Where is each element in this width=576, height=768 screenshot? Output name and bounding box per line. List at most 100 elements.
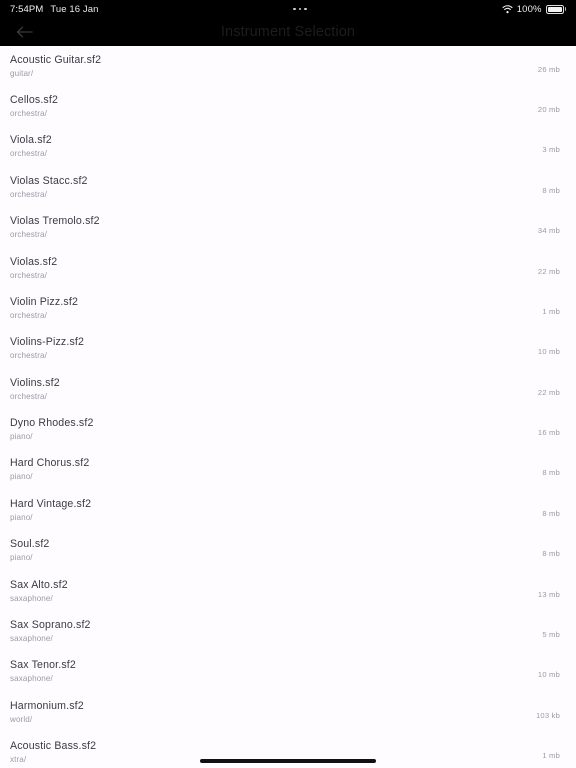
page-title: Instrument Selection bbox=[220, 24, 356, 40]
list-item-text: Violas Stacc.sf2 orchestra/ bbox=[10, 175, 520, 200]
list-item-name: Violas Stacc.sf2 bbox=[10, 174, 88, 187]
list-item-text: Soul.sf2 piano/ bbox=[10, 538, 520, 563]
list-item-size: 22 mb bbox=[537, 387, 560, 397]
list-item-folder: orchestra/ bbox=[10, 391, 47, 401]
list-item-name: Viola.sf2 bbox=[10, 134, 52, 147]
list-item[interactable]: Violins-Pizz.sf2 orchestra/10 mb bbox=[0, 328, 576, 369]
list-item-size: 5 mb bbox=[542, 629, 560, 639]
list-item-size: 22 mb bbox=[537, 266, 560, 276]
status-bar-left: 7:54PM Tue 16 Jan bbox=[10, 4, 99, 15]
list-item-size: 1 mb bbox=[542, 751, 560, 761]
status-time: 7:54PM bbox=[10, 3, 44, 15]
list-item-text: Sax Alto.sf2 saxaphone/ bbox=[10, 579, 520, 604]
list-item-name: Sax Tenor.sf2 bbox=[10, 659, 76, 672]
list-item[interactable]: Acoustic Guitar.sf2 guitar/26 mb bbox=[0, 46, 576, 87]
list-item[interactable]: Soul.sf2 piano/8 mb bbox=[0, 530, 576, 571]
list-item-name: Dyno Rhodes.sf2 bbox=[10, 417, 94, 430]
status-bar: 7:54PM Tue 16 Jan 100% bbox=[0, 0, 576, 18]
list-item[interactable]: Violas Tremolo.sf2 orchestra/34 mb bbox=[0, 207, 576, 248]
list-item-name: Sax Alto.sf2 bbox=[10, 578, 68, 591]
battery-full-icon bbox=[545, 4, 566, 14]
battery-percent-label: 100% bbox=[516, 3, 542, 15]
list-item[interactable]: Violins.sf2 orchestra/22 mb bbox=[0, 369, 576, 410]
list-item-folder: orchestra/ bbox=[10, 310, 47, 320]
status-date: Tue 16 Jan bbox=[50, 3, 99, 15]
list-item-folder: saxaphone/ bbox=[10, 674, 53, 684]
list-item-folder: orchestra/ bbox=[10, 230, 47, 240]
list-item[interactable]: Hard Vintage.sf2 piano/8 mb bbox=[0, 490, 576, 531]
list-item-folder: saxaphone/ bbox=[10, 593, 53, 603]
list-item-text: Hard Chorus.sf2 piano/ bbox=[10, 457, 520, 482]
list-item-folder: orchestra/ bbox=[10, 270, 47, 280]
list-item-name: Violas.sf2 bbox=[10, 255, 58, 268]
list-item-size: 13 mb bbox=[537, 589, 560, 599]
list-item-name: Acoustic Bass.sf2 bbox=[10, 740, 97, 753]
list-item-folder: saxaphone/ bbox=[10, 633, 53, 643]
list-item-name: Violins.sf2 bbox=[10, 376, 60, 389]
home-indicator[interactable] bbox=[200, 759, 376, 763]
list-item-text: Cellos.sf2 orchestra/ bbox=[10, 94, 520, 119]
list-item-size: 3 mb bbox=[542, 145, 560, 155]
list-item-text: Acoustic Guitar.sf2 guitar/ bbox=[10, 54, 520, 79]
list-item[interactable]: Sax Alto.sf2 saxaphone/13 mb bbox=[0, 570, 576, 612]
list-item-name: Soul.sf2 bbox=[10, 538, 50, 551]
list-item[interactable]: Violas.sf2 orchestra/22 mb bbox=[0, 247, 576, 289]
list-item-name: Violin Pizz.sf2 bbox=[10, 295, 79, 308]
list-item-folder: orchestra/ bbox=[10, 351, 47, 361]
list-item-folder: orchestra/ bbox=[10, 189, 47, 199]
list-item-text: Sax Soprano.sf2 saxaphone/ bbox=[10, 619, 520, 644]
list-item-size: 34 mb bbox=[537, 226, 560, 236]
instrument-list[interactable]: Acoustic Guitar.sf2 guitar/26 mb Cellos.sf… bbox=[0, 46, 576, 768]
list-item-size: 1 mb bbox=[542, 306, 560, 316]
list-item-name: Hard Vintage.sf2 bbox=[10, 497, 92, 510]
list-item-text: Sax Tenor.sf2 saxaphone/ bbox=[10, 659, 520, 684]
list-item-size: 20 mb bbox=[537, 105, 560, 115]
list-item-text: Violas.sf2 orchestra/ bbox=[10, 256, 520, 281]
list-item-size: 103 kb bbox=[536, 710, 560, 720]
list-item-text: Violins.sf2 orchestra/ bbox=[10, 377, 520, 402]
list-item-size: 8 mb bbox=[542, 468, 560, 478]
list-item-size: 10 mb bbox=[537, 347, 560, 357]
status-bar-center bbox=[99, 7, 502, 11]
list-item[interactable]: Hard Chorus.sf2 piano/8 mb bbox=[0, 449, 576, 491]
list-item[interactable]: Cellos.sf2 orchestra/20 mb bbox=[0, 86, 576, 127]
list-item-folder: orchestra/ bbox=[10, 149, 47, 159]
list-item-text: Violins-Pizz.sf2 orchestra/ bbox=[10, 336, 520, 361]
list-item-text: Viola.sf2 orchestra/ bbox=[10, 134, 520, 159]
list-item-size: 26 mb bbox=[537, 64, 560, 74]
list-item-name: Violins-Pizz.sf2 bbox=[10, 336, 85, 349]
list-item-size: 8 mb bbox=[542, 508, 560, 518]
list-item[interactable]: Violin Pizz.sf2 orchestra/1 mb bbox=[0, 288, 576, 329]
list-item-name: Harmonium.sf2 bbox=[10, 699, 84, 712]
navigation-bar: Instrument Selection bbox=[0, 18, 576, 46]
list-item-folder: guitar/ bbox=[10, 68, 34, 78]
three-dots-icon bbox=[293, 7, 308, 11]
list-item-text: Harmonium.sf2 world/ bbox=[10, 700, 520, 725]
list-item[interactable]: Viola.sf2 orchestra/3 mb bbox=[0, 126, 576, 168]
list-item-size: 8 mb bbox=[542, 549, 560, 559]
list-item[interactable]: Dyno Rhodes.sf2 piano/16 mb bbox=[0, 409, 576, 450]
list-item[interactable]: Harmonium.sf2 world/103 kb bbox=[0, 692, 576, 733]
list-item[interactable]: Violas Stacc.sf2 orchestra/8 mb bbox=[0, 167, 576, 208]
list-item-name: Cellos.sf2 bbox=[10, 94, 59, 107]
list-item-folder: piano/ bbox=[10, 553, 33, 563]
list-item-folder: piano/ bbox=[10, 432, 33, 442]
list-item-text: Hard Vintage.sf2 piano/ bbox=[10, 498, 520, 523]
list-item-text: Dyno Rhodes.sf2 piano/ bbox=[10, 417, 520, 442]
list-item-folder: world/ bbox=[10, 714, 33, 724]
list-item-size: 10 mb bbox=[537, 670, 560, 680]
list-item-folder: orchestra/ bbox=[10, 109, 47, 119]
status-bar-right: 100% bbox=[502, 4, 566, 15]
list-item-name: Acoustic Guitar.sf2 bbox=[10, 53, 102, 66]
app-screen: 7:54PM Tue 16 Jan 100% Instrument Select… bbox=[0, 0, 576, 768]
list-item-name: Sax Soprano.sf2 bbox=[10, 618, 91, 631]
list-item[interactable]: Sax Soprano.sf2 saxaphone/5 mb bbox=[0, 611, 576, 652]
list-item-name: Hard Chorus.sf2 bbox=[10, 457, 90, 470]
list-item-text: Violas Tremolo.sf2 orchestra/ bbox=[10, 215, 520, 240]
list-item-text: Violin Pizz.sf2 orchestra/ bbox=[10, 296, 520, 321]
wifi-icon bbox=[502, 4, 513, 14]
list-item[interactable]: Sax Tenor.sf2 saxaphone/10 mb bbox=[0, 651, 576, 692]
list-item-size: 8 mb bbox=[542, 185, 560, 195]
list-item-folder: piano/ bbox=[10, 472, 33, 482]
list-item-name: Violas Tremolo.sf2 bbox=[10, 215, 100, 228]
